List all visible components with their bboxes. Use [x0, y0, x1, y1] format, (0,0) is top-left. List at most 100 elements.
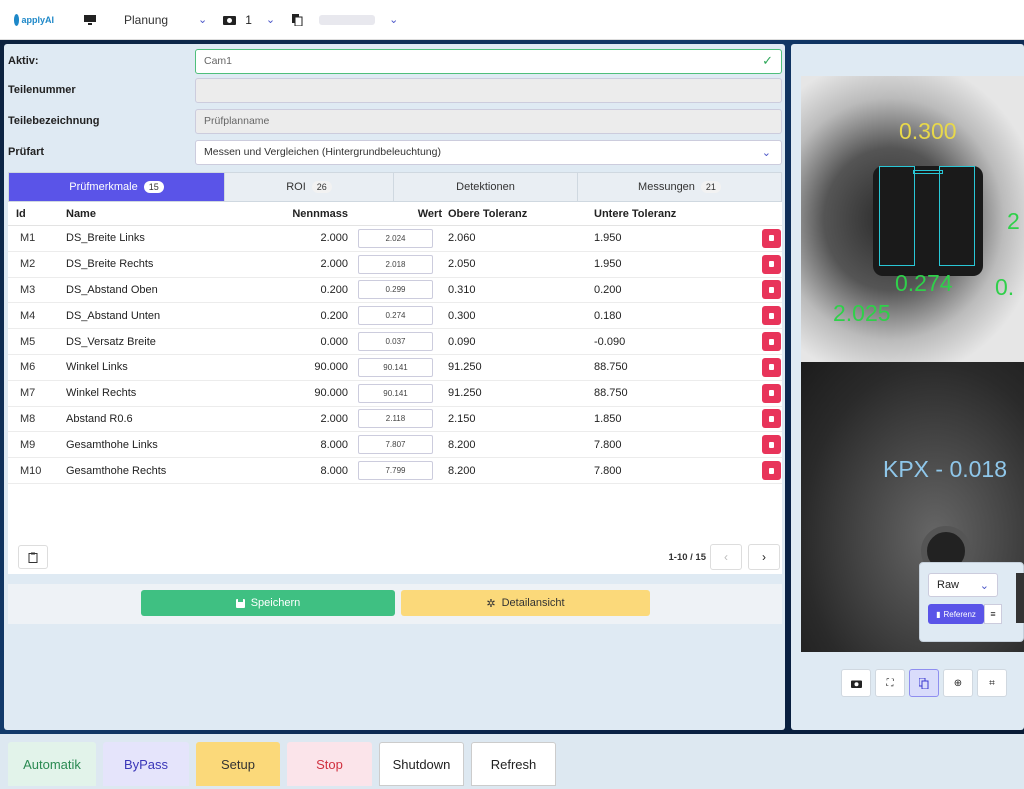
pruefmerkmale-table: Id Name Nennmass Wert Obere Toleranz Unt… [8, 202, 782, 540]
target-button[interactable]: ⊕ [943, 669, 973, 697]
wert-input[interactable]: 2.018 [358, 254, 433, 274]
row-id: M8 [20, 412, 36, 425]
row-name: DS_Versatz Breite [66, 335, 156, 348]
prev-page-button[interactable]: ‹ [710, 544, 742, 570]
chevron-down-icon[interactable]: ⌄ [266, 13, 275, 26]
tab-pruefmerkmale[interactable]: Prüfmerkmale 15 [9, 173, 225, 201]
chevron-down-icon[interactable]: ⌄ [389, 13, 398, 26]
save-button[interactable]: Speichern [141, 590, 395, 616]
view-control-overlay: Raw ⌄ ▮ Referenz ≡ [919, 562, 1024, 642]
thumbnail[interactable] [1016, 573, 1024, 623]
row-nennmass: 2.000 [320, 232, 348, 245]
camera-icon[interactable] [221, 13, 237, 27]
trash-icon [769, 235, 774, 242]
delete-button[interactable] [762, 254, 781, 274]
pagination-info: 1-10 / 15 [668, 551, 707, 563]
copy-icon[interactable] [289, 13, 305, 27]
stop-button[interactable]: Stop [287, 742, 372, 786]
table-row[interactable]: M6 Winkel Links 90.000 90.141 91.250 88.750 [8, 355, 782, 381]
wert-input[interactable]: 7.807 [358, 435, 433, 455]
snapshot-button[interactable] [841, 669, 871, 697]
table-row[interactable]: M7 Winkel Rechts 90.000 90.141 91.250 88.750 [8, 381, 782, 407]
table-row[interactable]: M9 Gesamthohe Links 8.000 7.807 8.200 7.800 [8, 432, 782, 459]
delete-button[interactable] [762, 357, 781, 377]
delete-button[interactable] [762, 332, 781, 352]
table-row[interactable]: M8 Abstand R0.6 2.000 2.118 2.150 1.850 [8, 407, 782, 433]
plan-select[interactable] [319, 14, 376, 25]
measurement-label: 0.274 [895, 270, 953, 296]
wert-input[interactable]: 2.118 [358, 409, 433, 429]
aktiv-row: Aktiv: Cam1 ✓ [4, 47, 785, 75]
row-nennmass: 2.000 [320, 258, 348, 271]
mode-select[interactable]: Planung [124, 13, 184, 27]
wert-input[interactable]: 90.141 [358, 357, 433, 377]
row-untere-toleranz: 88.750 [594, 361, 628, 374]
refresh-button[interactable]: Refresh [471, 742, 556, 786]
camera-image-top: 0.300 2 0.274 0. 2.025 [801, 76, 1024, 362]
wert-input[interactable]: 7.799 [358, 461, 433, 481]
shutdown-button[interactable]: Shutdown [379, 742, 464, 786]
wert-input[interactable]: 0.274 [358, 306, 433, 326]
delete-button[interactable] [762, 306, 781, 326]
teilebezeichnung-label: Teilebezeichnung [8, 115, 100, 127]
detail-button[interactable]: ✲ Detailansicht [401, 590, 650, 616]
pruefart-row: Prüfart Messen und Vergleichen (Hintergr… [4, 138, 785, 166]
chevron-down-icon[interactable]: ⌄ [198, 13, 207, 26]
teilenummer-field[interactable] [195, 77, 782, 103]
trash-icon [769, 312, 774, 319]
row-nennmass: 2.000 [320, 412, 348, 425]
delete-button[interactable] [762, 280, 781, 300]
camera-count[interactable]: 1 [245, 13, 252, 27]
delete-button[interactable] [762, 383, 781, 403]
focus-icon: ⌗ [989, 677, 995, 689]
count-badge: 26 [311, 181, 332, 193]
table-row[interactable]: M1 DS_Breite Links 2.000 2.024 2.060 1.950 [8, 226, 782, 252]
wert-input[interactable]: 2.024 [358, 228, 433, 248]
row-id: M6 [20, 361, 36, 374]
overlay-toggle-button[interactable] [909, 669, 939, 697]
pruefart-select[interactable]: Messen und Vergleichen (Hintergrundbeleu… [195, 139, 782, 165]
row-obere-toleranz: 2.050 [448, 258, 476, 271]
row-nennmass: 0.000 [320, 335, 348, 348]
row-name: Winkel Links [66, 361, 128, 374]
table-header: Id Name Nennmass Wert Obere Toleranz Unt… [8, 202, 782, 226]
table-row[interactable]: M4 DS_Abstand Unten 0.200 0.274 0.300 0.180 [8, 303, 782, 330]
focus-button[interactable]: ⌗ [977, 669, 1007, 697]
teilebezeichnung-field[interactable]: Prüfplanname [195, 108, 782, 134]
fit-button[interactable]: ⛶ [875, 669, 905, 697]
delete-button[interactable] [762, 409, 781, 429]
next-page-button[interactable]: › [748, 544, 780, 570]
trash-icon [769, 415, 774, 422]
wert-input[interactable]: 0.299 [358, 280, 433, 300]
aktiv-field[interactable]: Cam1 ✓ [195, 48, 782, 74]
tab-roi[interactable]: ROI 26 [225, 173, 394, 201]
row-obere-toleranz: 0.300 [448, 309, 476, 322]
row-untere-toleranz: 88.750 [594, 387, 628, 400]
table-row[interactable]: M3 DS_Abstand Oben 0.200 0.299 0.310 0.200 [8, 278, 782, 304]
row-obere-toleranz: 91.250 [448, 361, 482, 374]
menu-icon[interactable]: ≡ [984, 604, 1002, 624]
table-row[interactable]: M2 DS_Breite Rechts 2.000 2.018 2.050 1.950 [8, 252, 782, 278]
row-id: M10 [20, 464, 42, 477]
wert-input[interactable]: 90.141 [358, 383, 433, 403]
bypass-button[interactable]: ByPass [103, 742, 189, 786]
tab-messungen[interactable]: Messungen 21 [578, 173, 781, 201]
automatik-button[interactable]: Automatik [8, 742, 96, 786]
bookmark-icon: ▮ [936, 609, 941, 619]
monitor-icon[interactable] [82, 13, 98, 27]
setup-button[interactable]: Setup [196, 742, 280, 786]
table-row[interactable]: M5 DS_Versatz Breite 0.000 0.037 0.090 -0.090 [8, 329, 782, 355]
tab-detektionen[interactable]: Detektionen [394, 173, 578, 201]
delete-button[interactable] [762, 228, 781, 248]
wert-input[interactable]: 0.037 [358, 332, 433, 352]
delete-button[interactable] [762, 435, 781, 455]
bottom-bar: Automatik ByPass Setup Stop Shutdown Ref… [0, 734, 1024, 789]
row-nennmass: 90.000 [314, 387, 348, 400]
table-row[interactable]: M10 Gesamthohe Rechts 8.000 7.799 8.200 7.800 [8, 458, 782, 484]
row-untere-toleranz: 1.950 [594, 258, 622, 271]
measured-part [873, 166, 983, 276]
referenz-button[interactable]: ▮ Referenz [928, 604, 984, 624]
export-button[interactable] [18, 545, 48, 569]
delete-button[interactable] [762, 461, 781, 481]
image-mode-select[interactable]: Raw ⌄ [928, 573, 998, 597]
